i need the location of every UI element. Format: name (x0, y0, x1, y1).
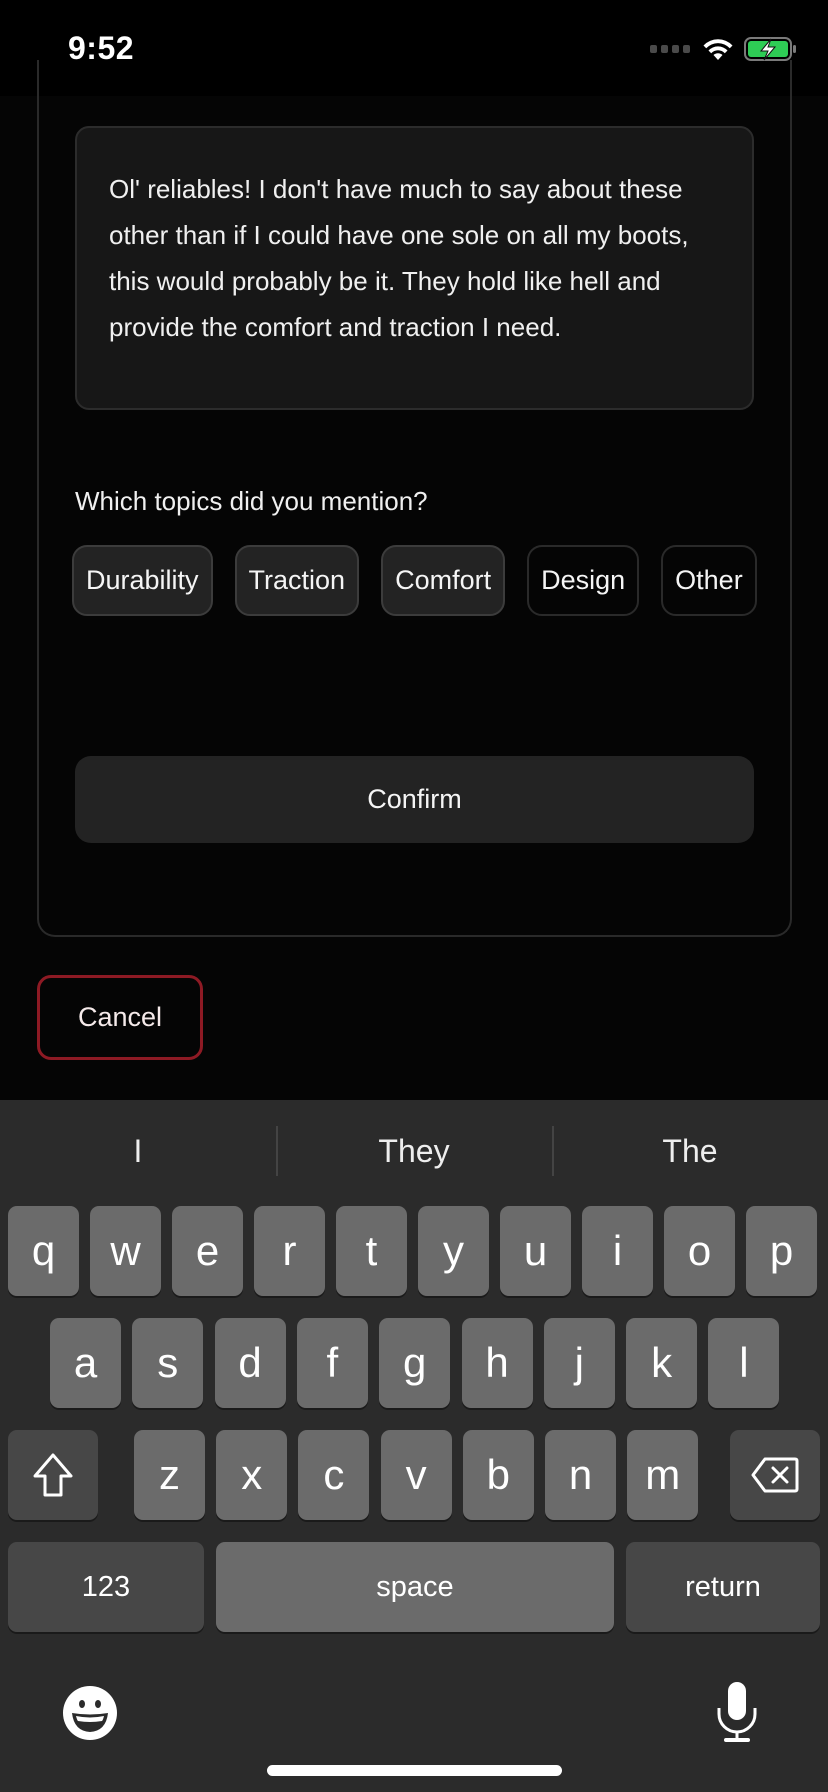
confirm-button[interactable]: Confirm (75, 756, 754, 843)
key-s[interactable]: s (132, 1318, 204, 1408)
topic-chip-other[interactable]: Other (661, 545, 757, 616)
chip-label: Traction (248, 565, 346, 595)
key-b[interactable]: b (462, 1430, 534, 1520)
review-text-area[interactable]: Ol' reliables! I don't have much to say … (75, 126, 754, 410)
key-label: w (110, 1227, 141, 1274)
topic-chip-traction[interactable]: Traction (234, 545, 360, 616)
topic-chips: Durability Traction Comfort Design Other (72, 545, 762, 616)
cancel-button[interactable]: Cancel (37, 975, 203, 1060)
key-label: c (323, 1451, 345, 1498)
emoji-icon[interactable] (62, 1685, 118, 1741)
key-f[interactable]: f (296, 1318, 368, 1408)
key-label: u (523, 1227, 548, 1274)
suggestion-item[interactable]: I (0, 1126, 276, 1176)
key-o[interactable]: o (664, 1206, 735, 1296)
key-label: r (282, 1227, 297, 1274)
shift-icon (33, 1453, 73, 1497)
key-d[interactable]: d (214, 1318, 286, 1408)
backspace-icon (751, 1457, 799, 1493)
key-w[interactable]: w (90, 1206, 161, 1296)
key-label: k (651, 1339, 673, 1386)
key-label: d (238, 1339, 262, 1386)
key-z[interactable]: z (134, 1430, 205, 1520)
key-label: s (157, 1339, 179, 1386)
suggestion-item[interactable]: The (552, 1126, 828, 1176)
topic-chip-design[interactable]: Design (527, 545, 640, 616)
key-label: p (769, 1227, 794, 1274)
key-h[interactable]: h (461, 1318, 533, 1408)
home-indicator (267, 1765, 562, 1776)
key-t[interactable]: t (336, 1206, 407, 1296)
key-r[interactable]: r (254, 1206, 325, 1296)
topics-question: Which topics did you mention? (75, 486, 428, 516)
battery-charging-icon (744, 36, 798, 62)
key-m[interactable]: m (627, 1430, 699, 1520)
chip-label: Design (541, 565, 626, 595)
key-label: t (365, 1227, 378, 1274)
key-label: n (568, 1451, 593, 1498)
key-label: e (195, 1227, 220, 1274)
key-label: a (73, 1339, 98, 1386)
key-label: o (687, 1227, 712, 1274)
key-q[interactable]: q (8, 1206, 79, 1296)
key-label: b (486, 1451, 510, 1498)
key-n[interactable]: n (545, 1430, 616, 1520)
key-label: j (574, 1339, 584, 1386)
key-label: 123 (81, 1570, 131, 1603)
chip-label: Durability (86, 565, 199, 595)
key-label: return (685, 1570, 761, 1603)
key-y[interactable]: y (418, 1206, 489, 1296)
backspace-key[interactable] (730, 1430, 820, 1520)
key-label: m (645, 1451, 681, 1498)
key-g[interactable]: g (379, 1318, 451, 1408)
wifi-icon (702, 36, 734, 62)
signal-icon (650, 45, 690, 53)
key-label: h (485, 1339, 509, 1386)
microphone-icon[interactable] (712, 1680, 762, 1744)
key-label: x (241, 1451, 263, 1498)
key-label: y (443, 1227, 464, 1274)
key-c[interactable]: c (298, 1430, 370, 1520)
topic-chip-durability[interactable]: Durability (72, 545, 213, 616)
key-label: q (31, 1227, 56, 1274)
key-k[interactable]: k (626, 1318, 698, 1408)
review-text[interactable]: Ol' reliables! I don't have much to say … (109, 166, 720, 350)
key-label: z (159, 1451, 180, 1498)
chip-label: Comfort (395, 565, 492, 595)
key-i[interactable]: i (582, 1206, 653, 1296)
suggestion-item[interactable]: They (276, 1126, 552, 1176)
key-l[interactable]: l (708, 1318, 780, 1408)
key-j[interactable]: j (543, 1318, 615, 1408)
return-key[interactable]: return (626, 1542, 820, 1632)
chip-label: Other (675, 565, 743, 595)
status-icons (650, 36, 798, 62)
key-label: i (612, 1227, 623, 1274)
shift-key[interactable] (8, 1430, 98, 1520)
key-u[interactable]: u (500, 1206, 571, 1296)
key-label: g (403, 1339, 427, 1386)
numbers-key[interactable]: 123 (8, 1542, 204, 1632)
key-e[interactable]: e (172, 1206, 243, 1296)
suggestion-bar: I They The (0, 1126, 828, 1176)
key-label: f (326, 1339, 339, 1386)
key-v[interactable]: v (380, 1430, 452, 1520)
space-key[interactable]: space (216, 1542, 614, 1632)
key-label: l (739, 1339, 749, 1386)
key-p[interactable]: p (746, 1206, 817, 1296)
key-a[interactable]: a (50, 1318, 121, 1408)
key-label: space (376, 1570, 454, 1603)
key-x[interactable]: x (216, 1430, 288, 1520)
topic-chip-comfort[interactable]: Comfort (381, 545, 506, 616)
key-label: v (405, 1451, 427, 1498)
